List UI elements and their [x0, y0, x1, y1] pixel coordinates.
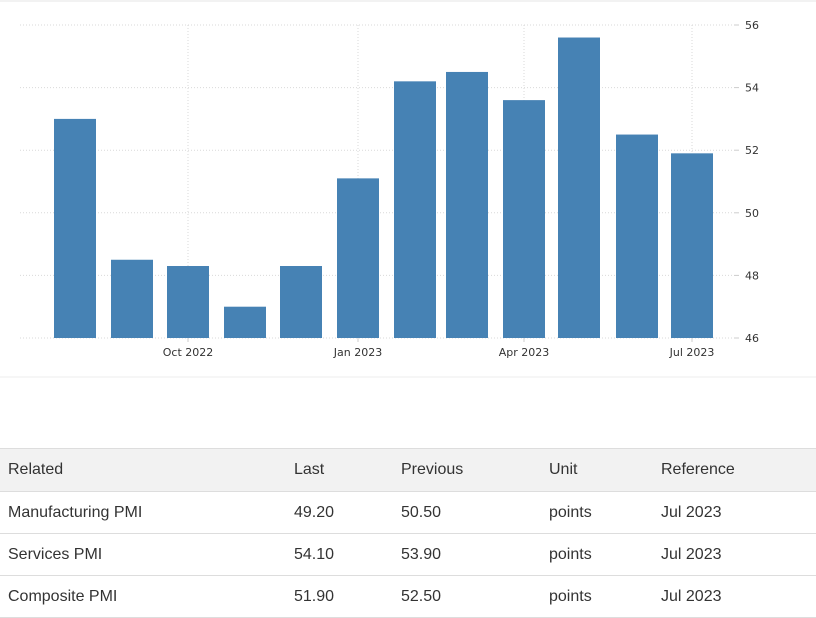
reference-value: Jul 2023 [653, 533, 816, 576]
x-axis-ticks: Oct 2022 Jan 2023 Apr 2023 Jul 2023 [163, 338, 715, 359]
indicator-name-link[interactable]: Manufacturing PMI [0, 491, 286, 534]
indicator-name-link[interactable]: Composite PMI [0, 575, 286, 618]
table-header-row: Related Last Previous Unit Reference [0, 448, 816, 492]
x-tick-label: Jul 2023 [669, 346, 715, 359]
bar-sep-2022[interactable] [111, 259, 153, 338]
indicator-name-link[interactable]: Services PMI [0, 533, 286, 576]
bar-may-2023[interactable] [558, 37, 600, 339]
col-header-unit[interactable]: Unit [541, 448, 653, 492]
unit-value: points [541, 533, 653, 576]
col-header-last[interactable]: Last [286, 448, 393, 492]
table-row[interactable]: Manufacturing PMI 49.20 50.50 points Jul… [0, 491, 816, 534]
bar-dec-2022[interactable] [280, 266, 322, 338]
bar-aug-2022[interactable] [54, 118, 96, 339]
reference-value: Jul 2023 [653, 491, 816, 534]
col-header-reference[interactable]: Reference [653, 448, 816, 492]
y-tick-label: 52 [745, 144, 759, 157]
col-header-related[interactable]: Related [0, 448, 286, 492]
last-value: 51.90 [286, 575, 393, 618]
y-axis-ticks: 46 48 50 52 54 56 [734, 19, 759, 345]
bar-jul-2023[interactable] [671, 153, 713, 338]
last-value: 49.20 [286, 491, 393, 534]
bar-oct-2022[interactable] [167, 266, 209, 338]
y-tick-label: 50 [745, 207, 759, 220]
chart-canvas: 46 48 50 52 54 56 Oct 2022 Jan 2023 Apr 2023 Jul… [0, 0, 816, 378]
x-tick-label: Apr 2023 [499, 346, 550, 359]
reference-value: Jul 2023 [653, 575, 816, 618]
table-row[interactable]: Services PMI 54.10 53.90 points Jul 2023 [0, 533, 816, 576]
related-indicators-table: Related Last Previous Unit Reference Man… [0, 448, 816, 618]
previous-value: 52.50 [393, 575, 541, 618]
bar-jan-2023[interactable] [337, 178, 379, 338]
y-tick-label: 56 [745, 19, 759, 32]
y-tick-label: 48 [745, 269, 759, 282]
col-header-previous[interactable]: Previous [393, 448, 541, 492]
table-row[interactable]: Composite PMI 51.90 52.50 points Jul 202… [0, 575, 816, 618]
bar-nov-2022[interactable] [224, 306, 266, 338]
bar-jun-2023[interactable] [616, 134, 658, 338]
previous-value: 53.90 [393, 533, 541, 576]
y-tick-label: 46 [745, 332, 759, 345]
unit-value: points [541, 575, 653, 618]
unit-value: points [541, 491, 653, 534]
bar-apr-2023[interactable] [503, 100, 545, 339]
related-indicators-section: Related Last Previous Unit Reference Man… [0, 448, 816, 618]
pmi-bar-chart: 46 48 50 52 54 56 Oct 2022 Jan 2023 Apr 2023 Jul… [0, 0, 816, 378]
bar-mar-2023[interactable] [446, 71, 488, 338]
x-tick-label: Jan 2023 [333, 346, 382, 359]
previous-value: 50.50 [393, 491, 541, 534]
bar-feb-2023[interactable] [394, 81, 436, 338]
y-tick-label: 54 [745, 82, 759, 95]
bar-series [54, 37, 713, 339]
last-value: 54.10 [286, 533, 393, 576]
x-tick-label: Oct 2022 [163, 346, 214, 359]
